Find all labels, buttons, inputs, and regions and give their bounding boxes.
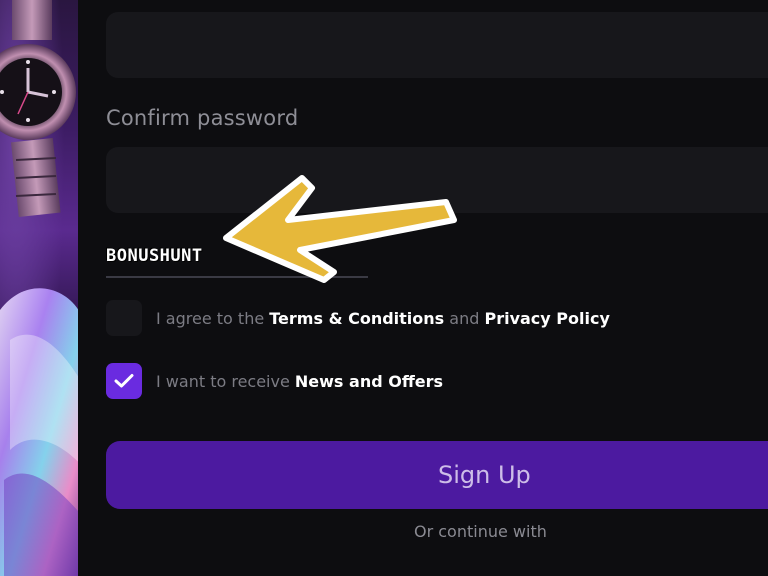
news-prefix: I want to receive [156,371,295,391]
password-input[interactable] [106,12,768,78]
promo-code-value: BONUSHUNT [106,246,203,266]
terms-row: I agree to the Terms & Conditions and Pr… [106,300,610,336]
news-row: I want to receive News and Offers [106,363,443,399]
terms-text: I agree to the Terms & Conditions and Pr… [156,309,610,328]
arrow-annotation [223,175,457,283]
signup-screen: Confirm password BONUSHUNT I agree to th… [0,0,768,576]
terms-link[interactable]: Terms & Conditions [269,309,444,328]
news-and-offers-label: News and Offers [294,371,444,391]
sign-up-button[interactable]: Sign Up [106,441,768,509]
checkmark-icon [114,374,134,388]
terms-middle: and [444,308,485,328]
holographic-fabric-image [0,288,78,576]
terms-prefix: I agree to the [156,308,270,328]
password-field[interactable] [106,12,768,78]
or-continue-with-label: Or continue with [414,522,547,541]
confirm-password-label: Confirm password [106,106,299,130]
news-checkbox[interactable] [106,363,142,399]
privacy-policy-link[interactable]: Privacy Policy [484,309,609,328]
terms-checkbox[interactable] [106,300,142,336]
news-text: I want to receive News and Offers [156,372,443,391]
watch-image [0,0,76,217]
signup-form: Confirm password BONUSHUNT I agree to th… [78,0,768,576]
promo-banner-image [0,0,78,576]
